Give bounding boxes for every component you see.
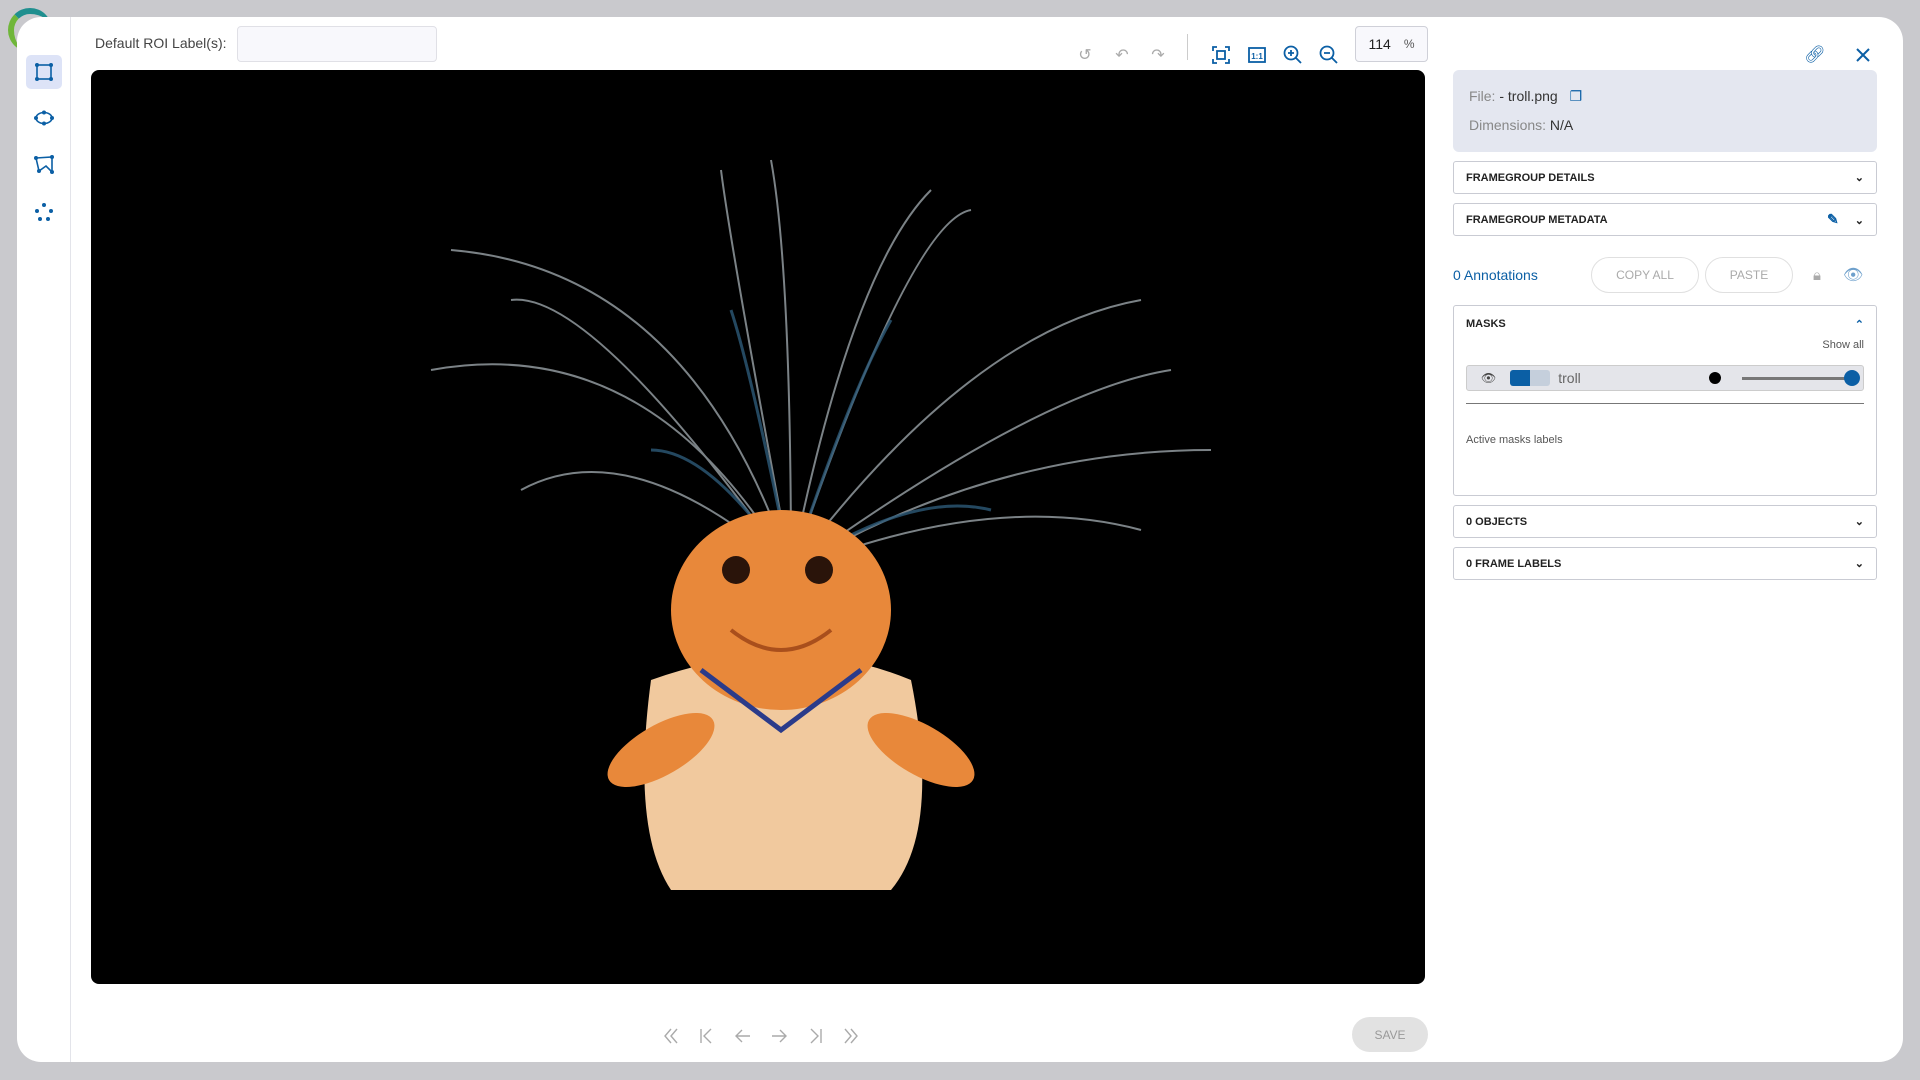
frame-labels-accordion[interactable]: 0 FRAME LABELS ⌄ (1453, 547, 1877, 580)
zoom-out-icon (1319, 45, 1338, 64)
zoom-in-icon (1283, 45, 1302, 64)
lock-icon[interactable]: 🔒︎ (1813, 267, 1821, 284)
image-canvas[interactable] (91, 70, 1425, 984)
framegroup-details-accordion[interactable]: FRAMEGROUP DETAILS ⌄ (1453, 161, 1877, 194)
polygon-icon (34, 155, 54, 174)
zoom-in-button[interactable] (1282, 44, 1304, 66)
active-masks-label: Active masks labels (1466, 434, 1563, 446)
rectangle-tool-button[interactable] (26, 55, 62, 89)
polygon-tool-button[interactable] (26, 148, 62, 182)
previous-keyframe-button[interactable] (696, 1025, 718, 1047)
mask-grid-toggle[interactable] (1530, 370, 1551, 386)
masks-panel: MASKS ⌃ Show all 👁︎ troll Active masks la… (1453, 305, 1877, 496)
roi-label: Default ROI Label(s): (95, 35, 227, 51)
reset-button[interactable]: ↺ (1074, 44, 1096, 66)
mask-fill-toggle[interactable] (1510, 370, 1531, 386)
redo-button[interactable]: ↷ (1147, 44, 1169, 66)
show-all-link[interactable]: Show all (1822, 339, 1864, 351)
zoom-level-input[interactable]: 114% (1355, 26, 1428, 62)
points-tool-button[interactable] (26, 195, 62, 229)
first-frame-button[interactable] (660, 1025, 682, 1047)
annotations-count[interactable]: 0 Annotations (1453, 267, 1591, 283)
mask-name: troll (1558, 370, 1581, 386)
mask-opacity-slider[interactable] (1742, 376, 1852, 380)
file-info-box: File: - troll.png ❐ Dimensions: N/A (1453, 70, 1877, 152)
chevron-down-icon: ⌄ (1854, 172, 1864, 184)
dimensions-label: Dimensions: (1469, 117, 1547, 133)
ellipse-tool-button[interactable] (26, 101, 62, 135)
ellipse-icon (34, 110, 54, 126)
zoom-unit: % (1403, 37, 1415, 51)
section-title: FRAMEGROUP METADATA (1466, 213, 1608, 226)
one-to-one-icon: 1:1 (1248, 47, 1266, 63)
fit-button[interactable] (1210, 44, 1232, 66)
chevron-down-icon: ⌄ (1854, 516, 1864, 528)
undo-icon: ↶ (1115, 47, 1129, 64)
mask-item: 👁︎ troll (1466, 365, 1864, 391)
annotations-row: 0 Annotations COPY ALL PASTE 🔒︎ 👁︎ (1453, 255, 1877, 295)
tool-sidebar (17, 17, 71, 1062)
toolbar-divider (1187, 34, 1188, 60)
zoom-value: 114 (1368, 36, 1391, 52)
section-title: 0 OBJECTS (1466, 515, 1528, 528)
fit-screen-icon (1212, 46, 1230, 64)
file-name: - troll.png (1499, 88, 1558, 104)
last-frame-button[interactable] (840, 1025, 862, 1047)
annotation-modal: Default ROI Label(s): ↺ ↶ ↷ 1:1 114% 🔗︎ … (17, 17, 1903, 1062)
eye-icon[interactable]: 👁︎ (1843, 265, 1863, 285)
section-title: FRAMEGROUP DETAILS (1466, 171, 1595, 184)
chevron-down-icon: ⌄ (1854, 558, 1864, 570)
link-icon: 🔗︎ (1804, 45, 1826, 64)
copy-all-button[interactable]: COPY ALL (1591, 257, 1699, 293)
chevron-down-icon: ⌄ (1854, 215, 1864, 227)
rectangle-icon (35, 63, 53, 81)
share-link-button[interactable]: 🔗︎ (1804, 44, 1826, 66)
next-keyframe-button[interactable] (804, 1025, 826, 1047)
points-icon (35, 203, 53, 221)
copy-icon[interactable]: ❐ (1570, 88, 1583, 104)
paste-button[interactable]: PASTE (1705, 257, 1793, 293)
objects-accordion[interactable]: 0 OBJECTS ⌄ (1453, 505, 1877, 538)
zoom-out-button[interactable] (1318, 44, 1340, 66)
actual-size-button[interactable]: 1:1 (1246, 44, 1268, 66)
slider-handle[interactable] (1844, 370, 1860, 386)
edit-icon[interactable]: ✎ (1827, 211, 1839, 227)
framegroup-metadata-accordion[interactable]: FRAMEGROUP METADATA ✎ ⌄ (1453, 203, 1877, 236)
dimensions-value: N/A (1549, 117, 1574, 133)
close-icon (1856, 48, 1870, 62)
close-button[interactable] (1852, 44, 1874, 66)
undo-button[interactable]: ↶ (1111, 44, 1133, 66)
history-icon: ↺ (1078, 47, 1092, 64)
save-button[interactable]: SAVE (1352, 1017, 1428, 1052)
roi-label-input[interactable] (237, 26, 437, 62)
troll-image (430, 159, 1212, 890)
masks-title: MASKS (1466, 318, 1506, 330)
redo-icon: ↷ (1151, 47, 1165, 64)
file-label: File: (1469, 88, 1496, 104)
svg-text:1:1: 1:1 (1251, 52, 1263, 61)
section-title: 0 FRAME LABELS (1466, 557, 1562, 570)
mask-visibility-eye-icon[interactable]: 👁︎ (1481, 371, 1496, 385)
next-frame-button[interactable] (768, 1025, 790, 1047)
chevron-up-icon[interactable]: ⌃ (1855, 318, 1864, 331)
mask-color-dot[interactable] (1709, 372, 1721, 384)
previous-frame-button[interactable] (732, 1025, 754, 1047)
